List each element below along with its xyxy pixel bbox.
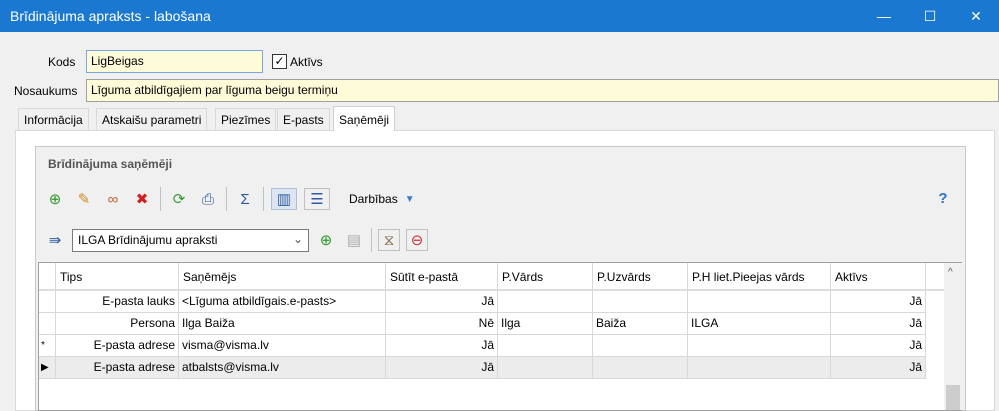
cell-sanemejs[interactable]: Ilga Baiža bbox=[179, 313, 386, 335]
cell-p-uzvards[interactable] bbox=[593, 291, 688, 313]
view-icon[interactable]: ∞ bbox=[102, 188, 124, 210]
cell-ph-lietotajs[interactable] bbox=[688, 335, 831, 357]
cell-tips[interactable]: Persona bbox=[56, 313, 179, 335]
tab-e-pasts[interactable]: E-pasts bbox=[277, 108, 330, 130]
chevron-down-icon: ⌄ bbox=[292, 231, 303, 246]
cell-sanemejs[interactable]: <Līguma atbildīgais.e-pasts> bbox=[179, 291, 386, 313]
close-button[interactable]: ✕ bbox=[953, 0, 999, 32]
cell-ph-lietotajs[interactable] bbox=[688, 357, 831, 379]
row-indicator[interactable] bbox=[39, 313, 56, 335]
cell-ph-lietotajs[interactable]: ILGA bbox=[688, 313, 831, 335]
delete-icon[interactable]: ✖ bbox=[131, 188, 153, 210]
kods-label: Kods bbox=[48, 55, 76, 69]
cell-p-uzvards[interactable]: Baiža bbox=[593, 313, 688, 335]
cell-p-vards[interactable] bbox=[498, 335, 593, 357]
vertical-scrollbar[interactable]: ^ bbox=[944, 263, 962, 410]
table-row[interactable]: ▶ E-pasta adrese atbalsts@visma.lv Jā Jā bbox=[39, 357, 926, 379]
layout-icon: ⇛ bbox=[48, 232, 62, 249]
cell-aktivs[interactable]: Jā bbox=[831, 335, 926, 357]
column-header-ph-lietotajs[interactable]: P.H liet.Pieejas vārds bbox=[688, 263, 831, 291]
cell-sutit-epasta[interactable]: Jā bbox=[386, 335, 498, 357]
cell-aktivs[interactable]: Jā bbox=[831, 313, 926, 335]
minimize-button[interactable]: — bbox=[861, 0, 907, 32]
cell-tips[interactable]: E-pasta lauks bbox=[56, 291, 179, 313]
print-icon[interactable]: ⎙ bbox=[197, 188, 219, 210]
group-title: Brīdinājuma saņēmēji bbox=[48, 157, 173, 171]
scroll-up-icon[interactable]: ^ bbox=[948, 267, 953, 278]
column-header-sutit-epasta[interactable]: Sūtīt e-pastā bbox=[386, 263, 498, 291]
chevron-down-icon[interactable]: ▼ bbox=[405, 194, 415, 205]
edit-icon[interactable]: ✎ bbox=[73, 188, 95, 210]
sum-icon[interactable]: Σ bbox=[234, 188, 256, 210]
cell-ph-lietotajs[interactable] bbox=[688, 291, 831, 313]
table-row[interactable]: Persona Ilga Baiža Nē Ilga Baiža ILGA Jā bbox=[39, 313, 926, 335]
filter-icon[interactable]: ⧖ bbox=[378, 229, 400, 251]
cell-sutit-epasta[interactable]: Nē bbox=[386, 313, 498, 335]
column-header-tips[interactable]: Tips bbox=[56, 263, 179, 291]
cell-p-vards[interactable]: Ilga bbox=[498, 313, 593, 335]
tab-atskaisu-parametri[interactable]: Atskaišu parametri bbox=[96, 108, 208, 130]
cell-sutit-epasta[interactable]: Jā bbox=[386, 291, 498, 313]
maximize-button[interactable]: ☐ bbox=[907, 0, 953, 32]
layout-select[interactable]: ILGA Brīdinājumu apraksti ⌄ bbox=[72, 228, 309, 252]
scrollbar-thumb[interactable] bbox=[946, 385, 960, 410]
cell-tips[interactable]: E-pasta adrese bbox=[56, 335, 179, 357]
kods-input[interactable]: LigBeigas bbox=[86, 50, 263, 73]
columns-icon[interactable]: ▥ bbox=[271, 188, 297, 210]
layout-select-value: ILGA Brīdinājumu apraksti bbox=[78, 232, 218, 247]
cell-aktivs[interactable]: Jā bbox=[831, 357, 926, 379]
window-title: Brīdinājuma apraksts - labošana bbox=[10, 8, 211, 24]
cell-sutit-epasta[interactable]: Jā bbox=[386, 357, 498, 379]
refresh-icon[interactable]: ⟳ bbox=[168, 188, 190, 210]
aktivs-checkbox[interactable]: ✓ bbox=[272, 54, 287, 69]
tab-informacija[interactable]: Informācija bbox=[18, 108, 89, 130]
row-indicator[interactable]: ▶ bbox=[39, 357, 56, 379]
nosaukums-input[interactable]: Līguma atbildīgajiem par līguma beigu te… bbox=[86, 79, 999, 102]
column-header-sanemejs[interactable]: Saņēmējs bbox=[179, 263, 386, 291]
tree-icon[interactable]: ☰ bbox=[304, 188, 330, 210]
toolbar-layout: ⇛ ILGA Brīdinājumu apraksti ⌄ ⊕ ▤ ⧖ ⊖ bbox=[44, 228, 428, 252]
cell-sanemejs[interactable]: atbalsts@visma.lv bbox=[179, 357, 386, 379]
add-layout-icon[interactable]: ⊕ bbox=[315, 229, 337, 251]
row-indicator[interactable]: * bbox=[39, 335, 56, 357]
row-indicator[interactable] bbox=[39, 291, 56, 313]
cell-tips[interactable]: E-pasta adrese bbox=[56, 357, 179, 379]
row-indicator-header bbox=[39, 263, 56, 291]
add-icon[interactable]: ⊕ bbox=[44, 188, 66, 210]
clear-filter-icon[interactable]: ⊖ bbox=[406, 229, 428, 251]
table-row[interactable]: * E-pasta adrese visma@visma.lv Jā Jā bbox=[39, 335, 926, 357]
cell-sanemejs[interactable]: visma@visma.lv bbox=[179, 335, 386, 357]
recipients-grid: Tips Saņēmējs Sūtīt e-pastā P.Vārds P.Uzvārd… bbox=[38, 262, 962, 411]
tab-piezimes[interactable]: Piezīmes bbox=[215, 108, 277, 130]
column-header-p-vards[interactable]: P.Vārds bbox=[498, 263, 593, 291]
toolbar-main: ⊕ ✎ ∞ ✖ ⟳ ⎙ Σ ▥ ☰ Darbības ▼ bbox=[44, 187, 415, 211]
aktivs-label: Aktīvs bbox=[290, 55, 323, 69]
column-header-p-uzvards[interactable]: P.Uzvārds bbox=[593, 263, 688, 291]
cell-p-vards[interactable] bbox=[498, 291, 593, 313]
column-header-aktivs[interactable]: Aktīvs bbox=[831, 263, 926, 291]
table-row[interactable]: E-pasta lauks <Līguma atbildīgais.e-pasts… bbox=[39, 291, 926, 313]
cell-p-uzvards[interactable] bbox=[593, 357, 688, 379]
cell-aktivs[interactable]: Jā bbox=[831, 291, 926, 313]
copy-layout-icon[interactable]: ▤ bbox=[343, 229, 365, 251]
cell-p-uzvards[interactable] bbox=[593, 335, 688, 357]
cell-p-vards[interactable] bbox=[498, 357, 593, 379]
tab-sanemeji[interactable]: Saņēmēji bbox=[333, 106, 396, 131]
title-bar: Brīdinājuma apraksts - labošana — ☐ ✕ bbox=[0, 0, 999, 32]
nosaukums-label: Nosaukums bbox=[14, 84, 78, 98]
actions-menu[interactable]: Darbības bbox=[349, 192, 398, 206]
help-icon[interactable]: ? bbox=[932, 187, 954, 209]
